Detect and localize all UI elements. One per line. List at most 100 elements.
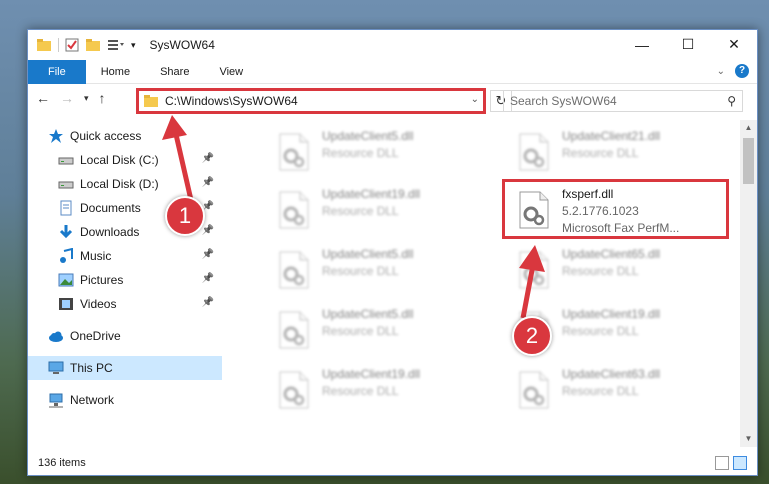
- pin-icon[interactable]: 📌: [202, 297, 214, 308]
- sidebar-item-music[interactable]: Music 📌: [28, 244, 222, 268]
- details-view-icon[interactable]: [715, 456, 729, 470]
- sidebar-item-local-disk-c[interactable]: Local Disk (C:) 📌: [28, 148, 222, 172]
- help-icon[interactable]: ?: [735, 64, 749, 78]
- dll-file-icon: [274, 190, 314, 230]
- ribbon-tabs: File Home Share View ⌄ ?: [28, 59, 757, 84]
- address-path[interactable]: C:\Windows\SysWOW64: [165, 94, 298, 108]
- file-name: UpdateClient21.dll: [562, 129, 661, 143]
- search-input[interactable]: Search SysWOW64 ⚲: [503, 90, 743, 112]
- new-folder-icon[interactable]: [85, 38, 101, 52]
- dll-file-icon: [274, 310, 314, 350]
- forward-arrow-icon[interactable]: →: [60, 90, 74, 106]
- window-controls: — ☐ ✕: [619, 30, 757, 59]
- folder-icon[interactable]: [36, 38, 52, 52]
- folder-icon: [144, 95, 158, 107]
- dll-file-icon: [274, 250, 314, 290]
- file-item[interactable]: UpdateClient65.dll Resource DLL: [508, 244, 738, 300]
- file-name: UpdateClient19.dll: [322, 367, 421, 381]
- file-item[interactable]: UpdateClient19.dll Resource DLL: [268, 184, 498, 240]
- drive-icon: [58, 152, 74, 168]
- callout-1: 1: [165, 196, 205, 236]
- pin-icon[interactable]: 📌: [202, 153, 214, 164]
- recent-locations-icon[interactable]: ▾: [84, 93, 89, 104]
- customize-toolbar-icon[interactable]: [107, 39, 125, 51]
- divider: [58, 38, 59, 52]
- drive-icon: [58, 176, 74, 192]
- file-item[interactable]: UpdateClient5.dll Resource DLL: [268, 126, 498, 182]
- pin-icon[interactable]: 📌: [202, 225, 214, 236]
- scroll-up-icon[interactable]: ▲: [740, 120, 757, 136]
- video-icon: [58, 296, 74, 312]
- back-arrow-icon[interactable]: ←: [36, 90, 50, 106]
- status-bar: 136 items: [28, 451, 757, 475]
- file-type: Resource DLL: [562, 324, 639, 338]
- file-name: UpdateClient19.dll: [562, 307, 661, 321]
- pin-icon[interactable]: 📌: [202, 249, 214, 260]
- item-count: 136 items: [38, 457, 86, 469]
- maximize-button[interactable]: ☐: [665, 30, 711, 59]
- sidebar-item-onedrive[interactable]: OneDrive: [28, 324, 222, 348]
- close-button[interactable]: ✕: [711, 30, 757, 59]
- file-explorer-window: ▾ SysWOW64 — ☐ ✕ File Home Share View ⌄ …: [27, 29, 758, 476]
- sidebar-item-quick-access[interactable]: Quick access: [28, 124, 222, 148]
- search-icon[interactable]: ⚲: [727, 94, 736, 108]
- file-name: UpdateClient5.dll: [322, 307, 414, 321]
- file-list: UpdateClient5.dll Resource DLL UpdateClien…: [248, 124, 738, 447]
- file-item[interactable]: UpdateClient5.dll Resource DLL: [268, 304, 498, 360]
- tab-file[interactable]: File: [28, 59, 86, 84]
- sidebar-item-network[interactable]: Network: [28, 388, 222, 412]
- quick-access-toolbar: ▾: [36, 38, 136, 52]
- pin-icon[interactable]: 📌: [202, 177, 214, 188]
- file-name: UpdateClient65.dll: [562, 247, 661, 261]
- sidebar-item-label: Quick access: [70, 129, 142, 143]
- window-title: SysWOW64: [149, 38, 215, 52]
- up-arrow-icon[interactable]: ↑: [99, 90, 106, 106]
- file-item-fxsperf[interactable]: fxsperf.dll 5.2.1776.1023 Microsoft Fax Pe…: [502, 179, 738, 240]
- tab-view[interactable]: View: [204, 60, 258, 84]
- file-item[interactable]: UpdateClient19.dll Resource DLL: [268, 364, 498, 420]
- sidebar-item-label: Documents: [80, 201, 141, 215]
- file-name: UpdateClient19.dll: [322, 187, 421, 201]
- address-dropdown-icon[interactable]: ⌄: [471, 94, 479, 105]
- file-type: Resource DLL: [562, 264, 639, 278]
- address-bar[interactable]: C:\Windows\SysWOW64 ⌄: [136, 88, 486, 114]
- navigation-pane: Quick access Local Disk (C:) 📌 Local Disk (…: [28, 124, 222, 447]
- sidebar-item-label: Local Disk (C:): [80, 153, 159, 167]
- file-item[interactable]: UpdateClient5.dll Resource DLL: [268, 244, 498, 300]
- vertical-scrollbar[interactable]: ▲ ▼: [740, 120, 757, 447]
- pin-icon[interactable]: 📌: [202, 273, 214, 284]
- file-name: UpdateClient5.dll: [322, 129, 414, 143]
- sidebar-item-label: This PC: [70, 361, 113, 375]
- dll-file-icon: [274, 132, 314, 172]
- properties-icon[interactable]: [65, 38, 79, 52]
- file-type: Resource DLL: [562, 146, 639, 160]
- sidebar-item-local-disk-d[interactable]: Local Disk (D:) 📌: [28, 172, 222, 196]
- tab-home[interactable]: Home: [86, 60, 145, 84]
- sidebar-item-videos[interactable]: Videos 📌: [28, 292, 222, 316]
- ribbon-expand-icon[interactable]: ⌄: [717, 66, 725, 77]
- file-item[interactable]: UpdateClient21.dll Resource DLL: [508, 126, 738, 182]
- sidebar-item-label: Music: [80, 249, 112, 263]
- dll-file-icon: [514, 132, 554, 172]
- title-bar: ▾ SysWOW64 — ☐ ✕: [28, 30, 757, 60]
- sidebar-item-pictures[interactable]: Pictures 📌: [28, 268, 222, 292]
- callout-2: 2: [512, 316, 552, 356]
- pc-icon: [48, 360, 64, 376]
- tab-share[interactable]: Share: [145, 60, 204, 84]
- scroll-thumb[interactable]: [743, 138, 754, 184]
- dll-file-icon: [514, 370, 554, 410]
- file-type: Resource DLL: [562, 384, 639, 398]
- file-item[interactable]: UpdateClient63.dll Resource DLL: [508, 364, 738, 420]
- scroll-down-icon[interactable]: ▼: [740, 431, 757, 447]
- qa-dropdown-icon[interactable]: ▾: [131, 40, 136, 51]
- file-type: Resource DLL: [322, 324, 399, 338]
- sidebar-item-label: OneDrive: [70, 329, 121, 343]
- document-icon: [58, 200, 74, 216]
- file-type: Resource DLL: [322, 204, 399, 218]
- star-icon: [48, 128, 64, 144]
- file-type: Resource DLL: [322, 384, 399, 398]
- sidebar-item-this-pc[interactable]: This PC: [28, 356, 222, 380]
- minimize-button[interactable]: —: [619, 30, 665, 59]
- large-icons-view-icon[interactable]: [733, 456, 747, 470]
- sidebar-item-label: Pictures: [80, 273, 124, 287]
